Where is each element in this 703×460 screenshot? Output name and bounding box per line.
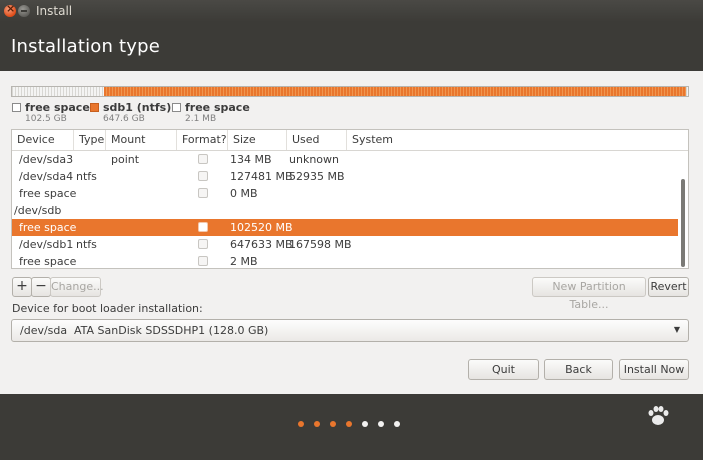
step-dot-complete [346,421,352,427]
add-partition-button[interactable]: + [12,277,32,297]
column-header-used[interactable]: Used [287,130,347,150]
partition-bar-segment [12,87,104,96]
format-checkbox[interactable] [198,154,208,164]
cell-size: 102520 MB [230,221,293,234]
cell-type: ntfs [76,238,97,251]
baidu-watermark [594,402,703,460]
format-checkbox[interactable] [198,256,208,266]
remove-partition-button[interactable]: − [31,277,51,297]
legend-swatch [12,103,21,112]
close-window-button[interactable] [4,2,16,17]
cell-used: unknown [289,153,339,166]
legend-label: free space [25,101,90,114]
cell-type: ntfs [76,170,97,183]
table-row[interactable]: /dev/sda4 ntfs 127481 MB 52935 MB [12,168,678,185]
bootloader-label: Device for boot loader installation: [12,302,203,315]
table-row[interactable]: /dev/sda3 134 MB unknown [12,151,678,168]
step-dot-pending [378,421,384,427]
bootloader-device-description: ATA SanDisk SDSSDHP1 (128.0 GB) [74,324,269,337]
partition-bar-segment [104,87,686,96]
legend-label: free space [185,101,250,114]
table-scrollbar[interactable] [678,151,688,268]
column-header-format[interactable]: Format? [177,130,228,150]
table-row[interactable]: free space 0 MB [12,185,678,202]
column-header-device[interactable]: Device [12,130,74,150]
cell-device: free space [19,221,77,234]
step-dot-complete [330,421,336,427]
column-header-mount-point[interactable]: Mount point [106,130,177,166]
format-checkbox[interactable] [198,171,208,181]
format-checkbox[interactable] [198,188,208,198]
revert-button[interactable]: Revert [648,277,689,297]
main-content: free space 102.5 GB sdb1 (ntfs) 647.6 GB fre… [0,71,703,394]
format-checkbox[interactable] [198,222,208,232]
title-bar: Install [0,0,703,22]
cell-size: 0 MB [230,187,258,200]
cell-used: 167598 MB [289,238,352,251]
table-header: Device Type Mount point Format? Size Use… [12,130,688,166]
cell-device: /dev/sdb1 [19,238,74,251]
legend-size: 2.1 MB [185,114,217,124]
minimize-window-button[interactable] [18,5,30,17]
page-header: Installation type [0,22,703,71]
install-now-button[interactable]: Install Now [619,359,689,380]
table-row[interactable]: free space 2 MB [12,253,678,268]
partition-table: Device Type Mount point Format? Size Use… [11,129,689,269]
cell-device: /dev/sdb [14,204,62,217]
bootloader-device: /dev/sda [20,324,68,337]
progress-footer [0,394,703,460]
cell-size: 2 MB [230,255,258,268]
table-body: /dev/sda3 134 MB unknown/dev/sda4 ntfs 12748… [12,151,678,268]
step-dot-pending [362,421,368,427]
partition-usage-bar [11,86,689,97]
paw-logo-icon [648,406,669,425]
table-row[interactable]: free space 102520 MB [12,219,678,236]
back-button[interactable]: Back [544,359,613,380]
bootloader-device-select[interactable]: /dev/sda ATA SanDisk SDSSDHP1 (128.0 GB)… [11,319,689,342]
legend-size: 102.5 GB [25,114,67,124]
cell-used: 52935 MB [289,170,345,183]
partition-bar-segment [686,87,688,96]
step-dot-complete [298,421,304,427]
step-dot-complete [314,421,320,427]
column-header-system[interactable]: System [347,130,688,150]
format-checkbox[interactable] [198,239,208,249]
change-partition-button[interactable]: Change... [50,277,104,297]
page-title: Installation type [11,36,161,57]
legend-swatch [90,103,99,112]
table-row[interactable]: /dev/sdb1 ntfs 647633 MB 167598 MB [12,236,678,253]
quit-button[interactable]: Quit [468,359,539,380]
cell-size: 127481 MB [230,170,293,183]
new-partition-table-button[interactable]: New Partition Table... [532,277,646,311]
legend-label: sdb1 (ntfs) [103,101,172,114]
table-row[interactable]: /dev/sdb [12,202,678,219]
cell-size: 647633 MB [230,238,293,251]
cell-device: free space [19,187,77,200]
legend-size: 647.6 GB [103,114,145,124]
installer-window: Install Installation type free space102.… [0,0,703,460]
window-title: Install [36,4,73,18]
column-header-size[interactable]: Size [228,130,287,150]
chevron-down-icon: ▼ [673,325,680,334]
cell-device: free space [19,255,77,268]
cell-device: /dev/sda4 [19,170,74,183]
cell-device: /dev/sda3 [19,153,74,166]
legend-swatch [172,103,181,112]
cell-size: 134 MB [230,153,272,166]
scrollbar-thumb[interactable] [681,179,685,267]
column-header-type[interactable]: Type [74,130,106,150]
step-dot-pending [394,421,400,427]
